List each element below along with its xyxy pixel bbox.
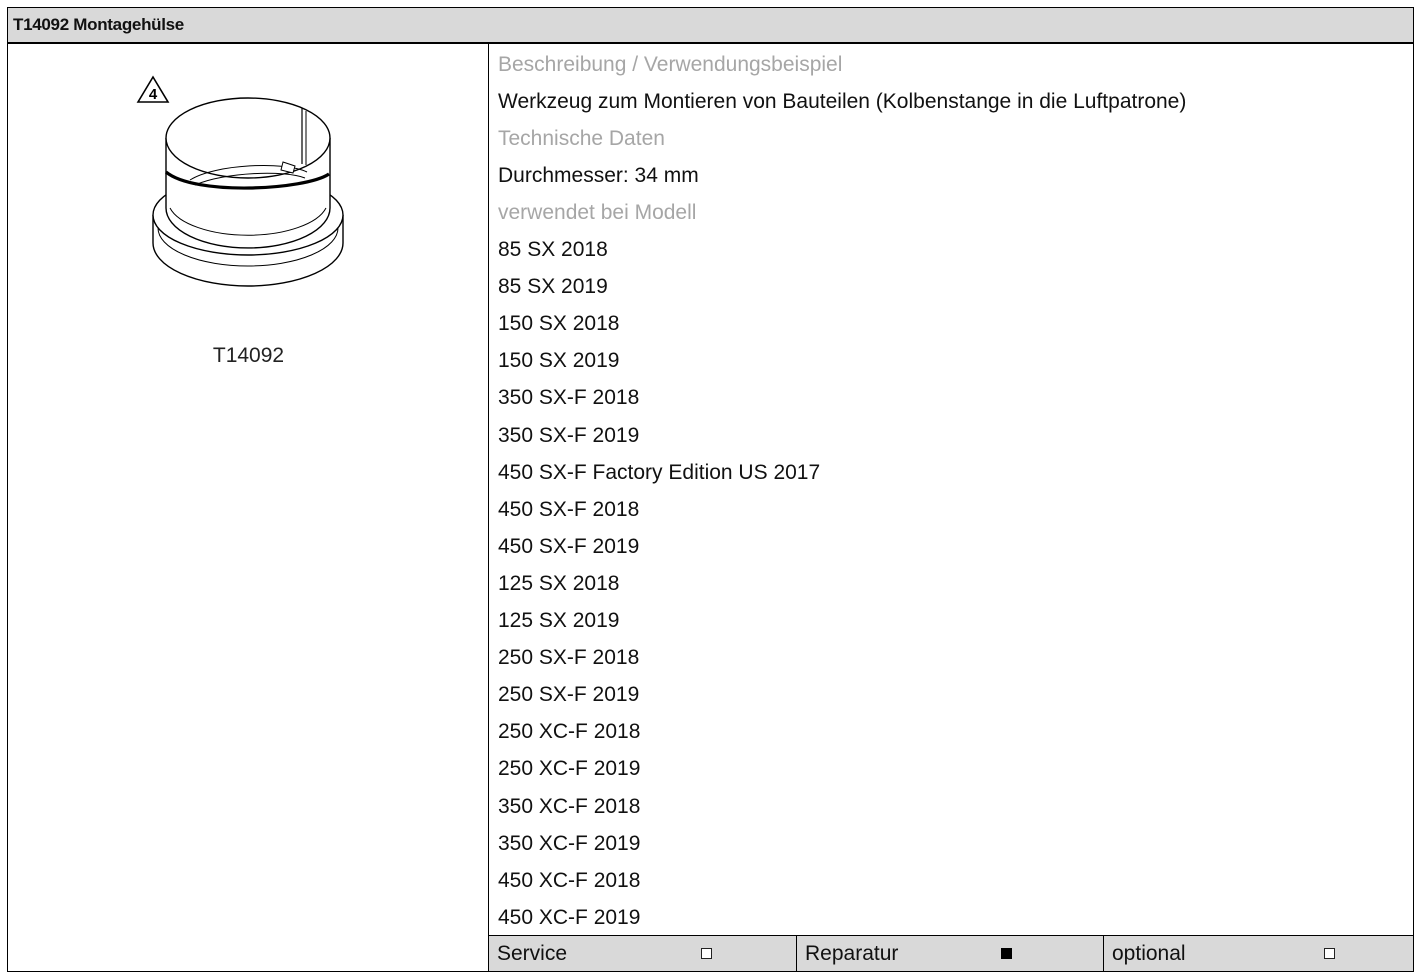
- description-text: Werkzeug zum Montieren von Bauteilen (Ko…: [498, 90, 1187, 113]
- model-item: 350 SX-F 2019: [498, 423, 640, 447]
- category-service-label: Service: [497, 942, 568, 965]
- category-repair-label: Reparatur: [805, 942, 899, 965]
- models-label: verwendet bei Modell: [498, 201, 697, 224]
- category-optional-label: optional: [1112, 942, 1186, 965]
- tool-datasheet: T14092 Montagehülse 4 T14092 Beschreibun…: [7, 7, 1414, 972]
- model-item: 150 SX 2018: [498, 312, 620, 336]
- title-bar: T14092 Montagehülse: [8, 8, 1413, 44]
- model-item: 85 SX 2018: [498, 238, 608, 261]
- model-item: 85 SX 2019: [498, 275, 608, 299]
- model-item: 350 XC-F 2018: [498, 794, 641, 818]
- technical-data-label: Technische Daten: [498, 127, 665, 150]
- usage-category-bar: Service Reparatur optional: [489, 935, 1413, 971]
- mounting-sleeve-illustration: 4: [136, 75, 344, 287]
- model-item: 250 SX-F 2018: [498, 646, 640, 670]
- figure-badge-number: 4: [149, 86, 158, 103]
- category-optional: optional: [1104, 936, 1414, 971]
- model-item: 250 SX-F 2019: [498, 683, 640, 707]
- model-item: 250 XC-F 2018: [498, 720, 641, 744]
- details-panel: Beschreibung / Verwendungsbeispiel Werkz…: [489, 44, 1413, 971]
- model-item: 250 XC-F 2019: [498, 757, 641, 781]
- category-service: Service: [489, 936, 796, 971]
- model-item: 450 SX-F 2019: [498, 534, 640, 558]
- model-item: 150 SX 2019: [498, 349, 620, 373]
- model-item: 125 SX 2018: [498, 571, 620, 595]
- category-service-checkbox: [701, 948, 712, 959]
- tool-image-cell: 4 T14092: [8, 44, 489, 971]
- category-repair-checkbox: [1001, 948, 1012, 959]
- category-optional-checkbox: [1324, 948, 1335, 959]
- tool-number-label: T14092: [212, 344, 285, 367]
- page-title: T14092 Montagehülse: [13, 15, 184, 34]
- description-label: Beschreibung / Verwendungsbeispiel: [498, 53, 843, 76]
- category-repair: Reparatur: [797, 936, 1103, 971]
- model-item: 450 XC-F 2019: [498, 905, 641, 929]
- model-item: 450 SX-F Factory Edition US 2017: [498, 460, 821, 484]
- model-item: 450 SX-F 2018: [498, 497, 640, 521]
- model-item: 125 SX 2019: [498, 609, 620, 632]
- model-item: 350 XC-F 2019: [498, 831, 641, 855]
- figure-badge: 4: [136, 75, 170, 103]
- model-item: 450 XC-F 2018: [498, 868, 641, 892]
- diameter-value: Durchmesser: 34 mm: [498, 164, 699, 187]
- model-item: 350 SX-F 2018: [498, 386, 640, 410]
